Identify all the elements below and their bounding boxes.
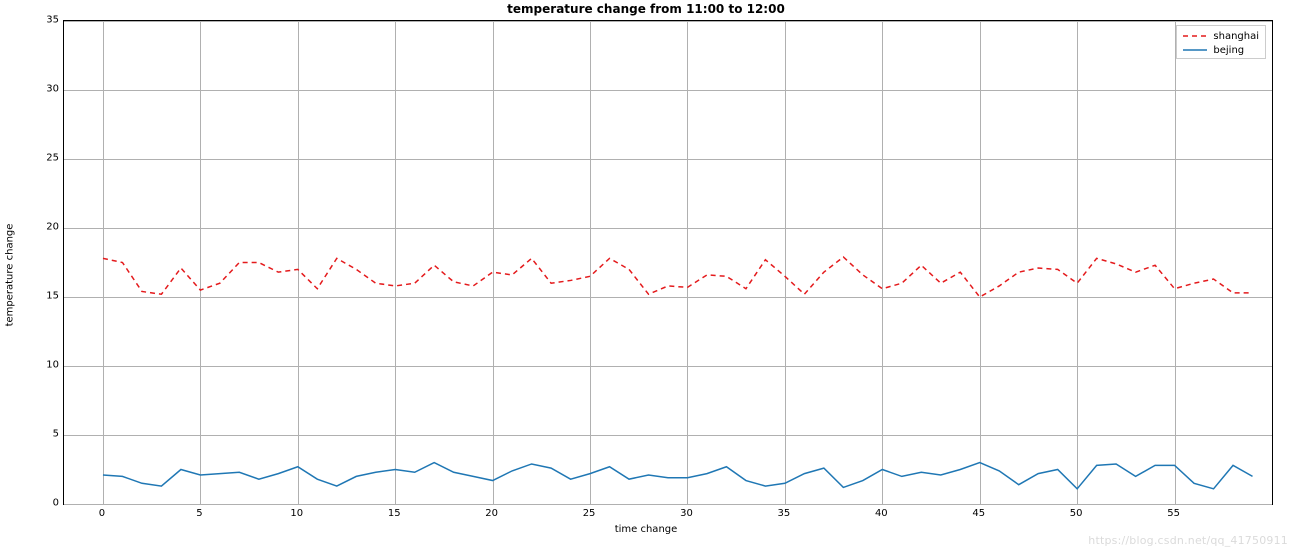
x-tick-label: 20 [485,508,498,519]
x-tick-label: 35 [778,508,791,519]
legend-swatch-shanghai [1183,31,1207,41]
y-tick-label: 5 [29,429,59,440]
legend-label-bejing: bejing [1213,45,1244,56]
y-tick-label: 35 [29,15,59,26]
y-tick-label: 10 [29,360,59,371]
y-tick-label: 25 [29,153,59,164]
x-tick-label: 45 [972,508,985,519]
y-tick-label: 0 [29,498,59,509]
series-line-shanghai [103,257,1253,297]
plot-area: shanghai bejing [63,20,1273,505]
series-line-bejing [103,463,1253,489]
watermark-text: https://blog.csdn.net/qq_41750911 [1088,534,1288,547]
x-tick-label: 0 [99,508,105,519]
y-tick-label: 20 [29,222,59,233]
x-tick-label: 55 [1167,508,1180,519]
x-tick-label: 50 [1070,508,1083,519]
grid-line-h [64,504,1272,505]
chart-title: temperature change from 11:00 to 12:00 [0,2,1292,16]
y-tick-label: 30 [29,84,59,95]
x-tick-label: 25 [583,508,596,519]
legend: shanghai bejing [1176,25,1266,59]
y-tick-label: 15 [29,291,59,302]
legend-entry-shanghai: shanghai [1183,29,1259,43]
x-tick-label: 40 [875,508,888,519]
legend-swatch-bejing [1183,45,1207,55]
x-tick-label: 10 [290,508,303,519]
x-tick-label: 15 [388,508,401,519]
chart-container: temperature change from 11:00 to 12:00 s… [0,0,1292,549]
legend-label-shanghai: shanghai [1213,31,1259,42]
y-axis-label: temperature change [5,223,16,326]
x-tick-label: 30 [680,508,693,519]
chart-lines [64,21,1272,504]
x-tick-label: 5 [196,508,202,519]
legend-entry-bejing: bejing [1183,43,1259,57]
